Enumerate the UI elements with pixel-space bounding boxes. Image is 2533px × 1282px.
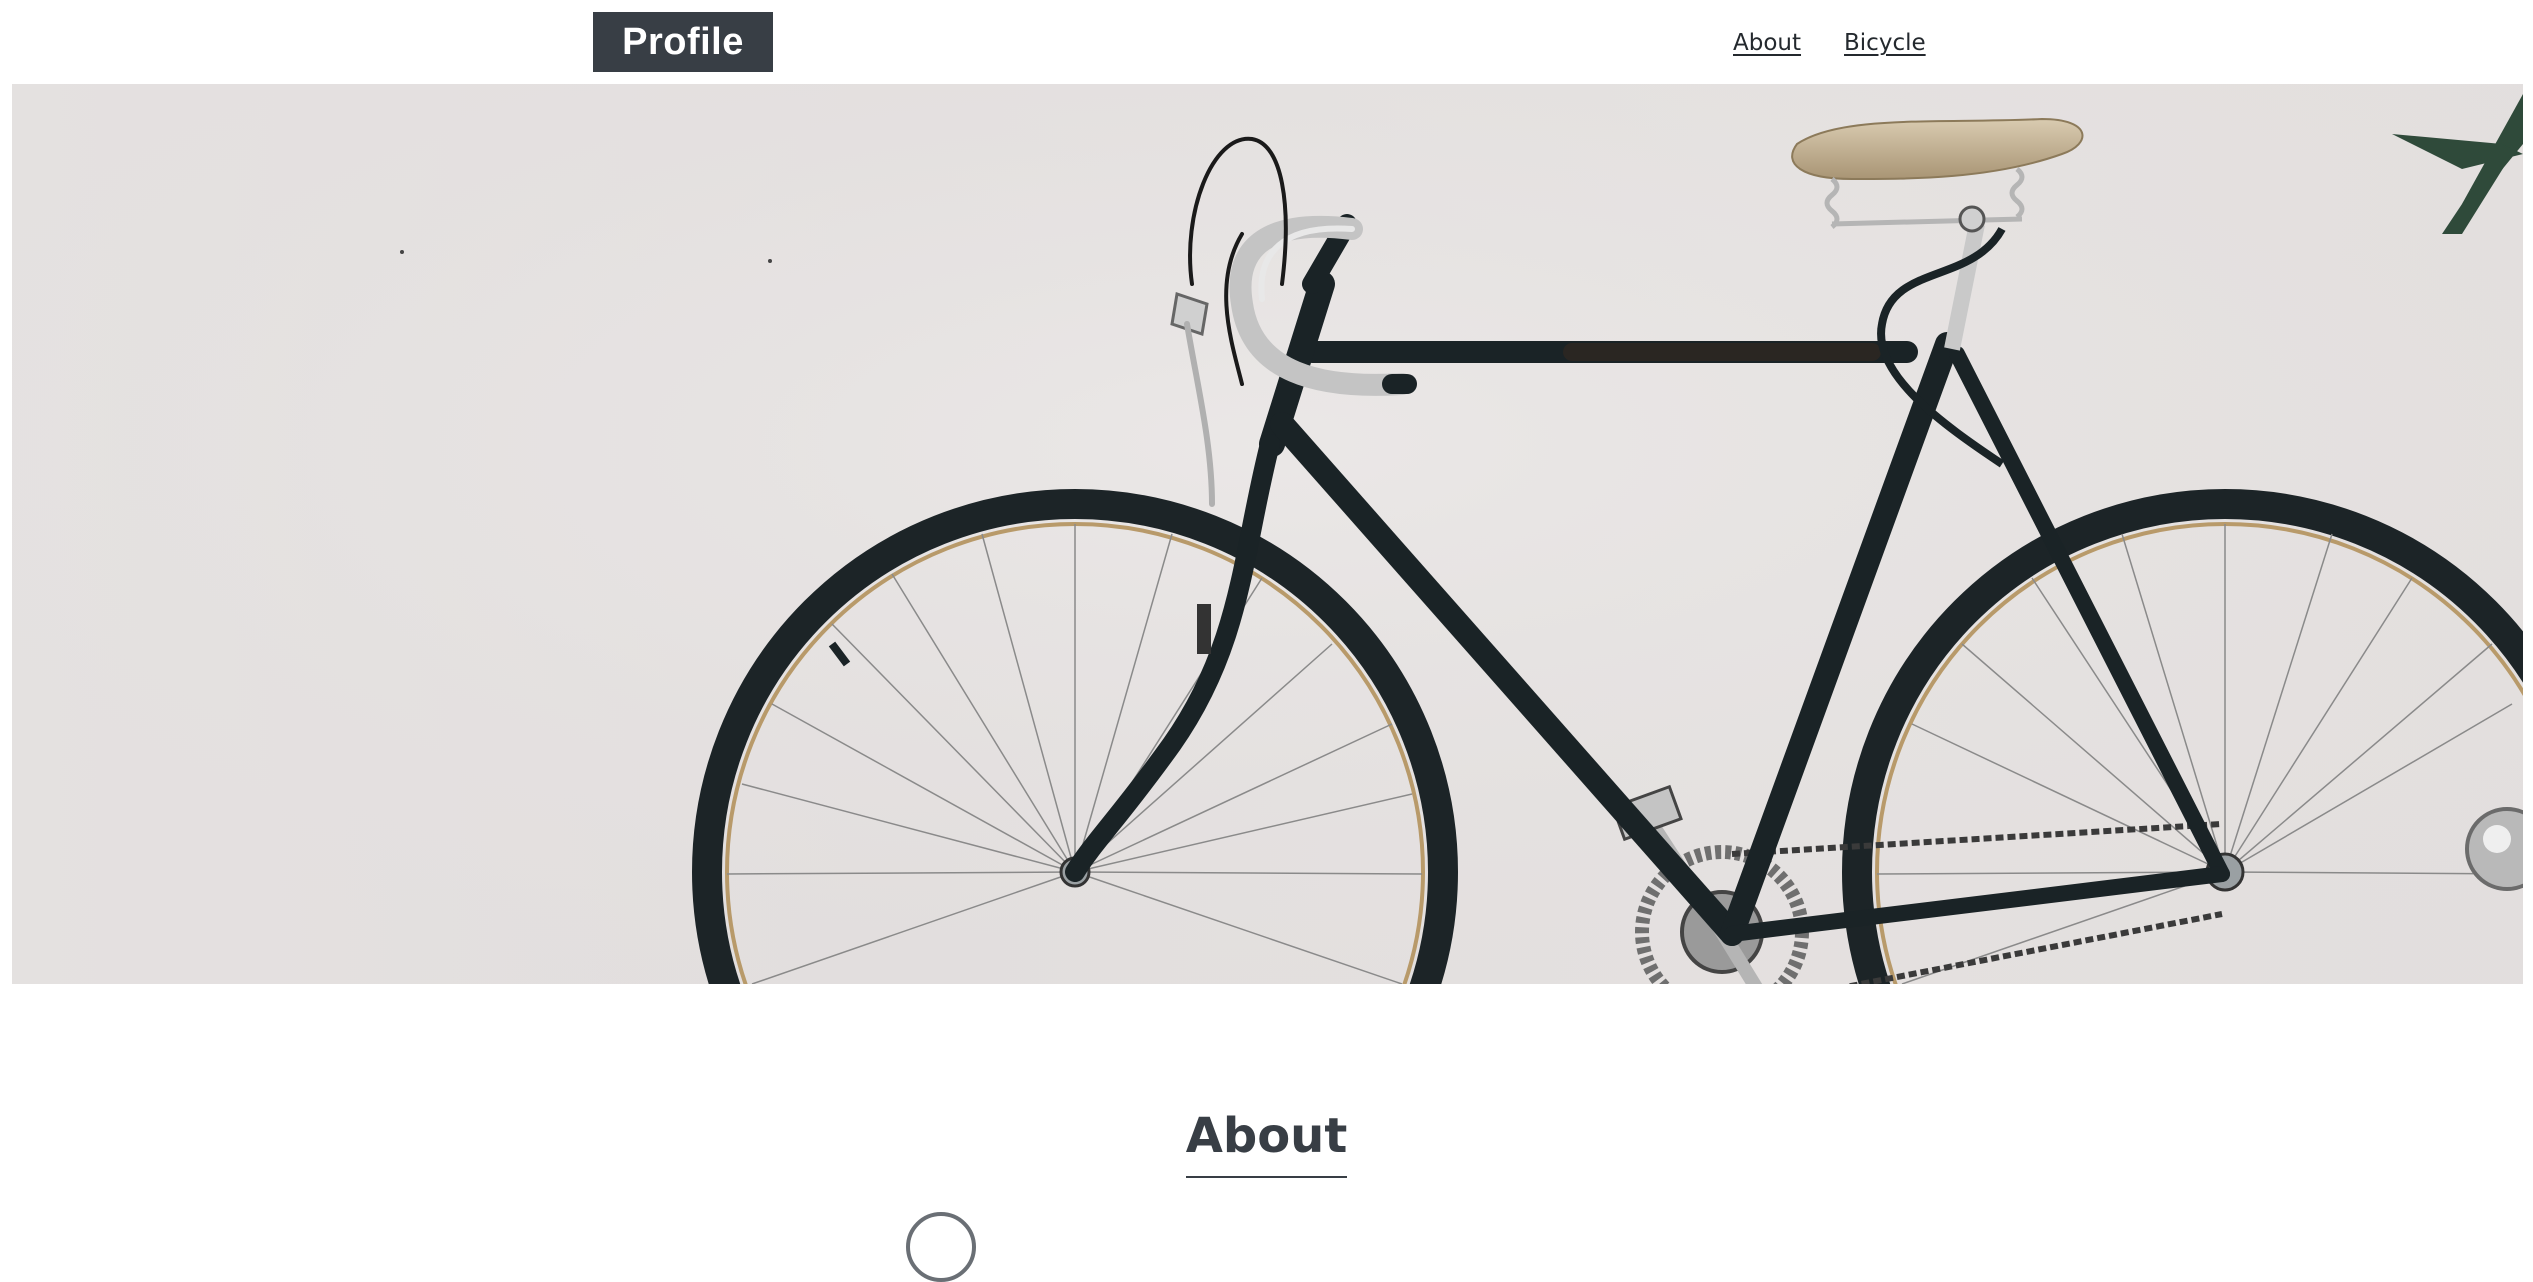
bicycle-illustration [12,84,2523,984]
about-section-header: About [0,1108,2533,1178]
main-nav: About Bicycle [1733,30,1926,56]
site-logo[interactable]: Profile [593,12,773,72]
avatar [906,1212,976,1282]
about-heading: About [1185,1108,1348,1178]
hero-image [12,84,2523,984]
site-header: Profile About Bicycle [0,0,2533,84]
nav-link-about[interactable]: About [1733,30,1801,56]
nav-link-bicycle[interactable]: Bicycle [1844,30,1926,56]
